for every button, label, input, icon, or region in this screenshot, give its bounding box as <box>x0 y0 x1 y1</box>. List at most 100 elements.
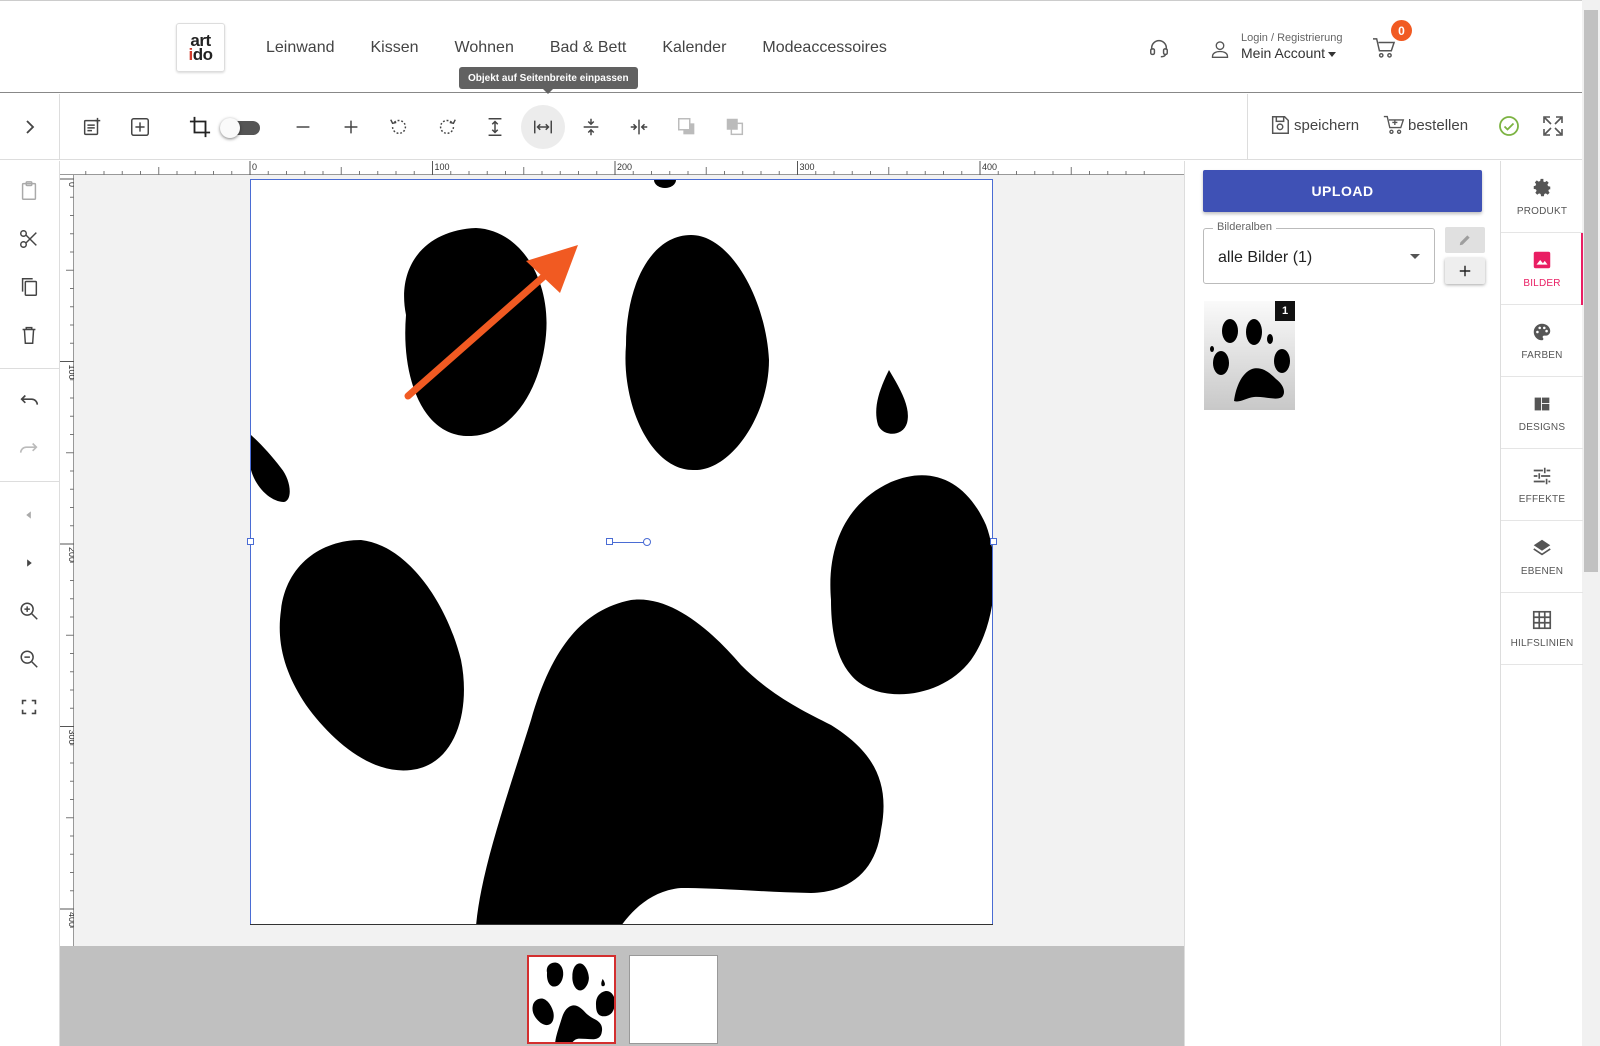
redo-icon <box>19 442 38 453</box>
user-icon[interactable] <box>1210 38 1230 60</box>
paw-thumb-image <box>532 962 614 1042</box>
page-thumbnails <box>60 946 1184 1046</box>
cut-button[interactable] <box>15 225 43 253</box>
nav-kissen[interactable]: Kissen <box>371 39 419 57</box>
gear-icon <box>1533 178 1551 196</box>
annotation-arrow <box>404 245 578 400</box>
save-icon <box>1271 116 1289 134</box>
plus-icon <box>344 120 358 134</box>
fit-height-button[interactable] <box>473 105 517 149</box>
nav-bad-bett[interactable]: Bad & Bett <box>550 39 627 57</box>
tab-designs[interactable]: DESIGNS <box>1501 377 1583 449</box>
artido-logo[interactable]: art ido <box>176 23 225 72</box>
tab-bilder-label: BILDER <box>1523 277 1561 289</box>
rotate-left-icon <box>390 119 407 135</box>
nav-kalender[interactable]: Kalender <box>662 39 726 57</box>
order-button[interactable]: bestellen <box>1383 114 1468 136</box>
edit-album-button[interactable] <box>1445 227 1485 253</box>
zoom-in-object-button[interactable] <box>329 105 373 149</box>
tab-effekte-label: EFFEKTE <box>1518 493 1566 505</box>
check-circle-icon[interactable] <box>1497 114 1521 138</box>
tab-farben[interactable]: FARBEN <box>1501 305 1583 377</box>
caret-down-icon <box>1328 51 1337 57</box>
center-vertical-icon <box>583 118 599 136</box>
tab-produkt[interactable]: PRODUKT <box>1501 161 1583 233</box>
tab-ebenen[interactable]: EBENEN <box>1501 521 1583 593</box>
nav-modeaccessoires[interactable]: Modeaccessoires <box>762 39 887 57</box>
zoom-in-button[interactable] <box>15 597 43 625</box>
page-scrollbar[interactable] <box>1582 0 1600 1046</box>
rotate-left-button[interactable] <box>377 105 421 149</box>
cart-count-badge: 0 <box>1391 20 1412 41</box>
copy-button[interactable] <box>15 273 43 301</box>
fullscreen-icon[interactable] <box>1541 114 1565 138</box>
dropdown-arrow-icon <box>1410 254 1420 259</box>
upload-button[interactable]: UPLOAD <box>1203 170 1482 212</box>
nav-wohnen[interactable]: Wohnen <box>455 39 514 57</box>
fit-screen-button[interactable] <box>15 693 43 721</box>
add-element-button[interactable] <box>118 105 162 149</box>
tab-farben-label: FARBEN <box>1521 349 1563 361</box>
page-thumb-2[interactable] <box>629 955 718 1044</box>
grid-icon <box>1532 610 1552 629</box>
new-text-button[interactable] <box>70 105 114 149</box>
save-button[interactable]: speichern <box>1269 114 1359 136</box>
previous-button[interactable] <box>15 501 43 529</box>
scrollbar-thumb[interactable] <box>1584 10 1598 572</box>
move-handle[interactable] <box>606 538 613 545</box>
add-album-button[interactable] <box>1445 258 1485 284</box>
fit-width-button[interactable] <box>521 105 565 149</box>
trash-icon <box>22 326 36 344</box>
site-header: art ido Leinwand Kissen Wohnen Bad & Bet… <box>0 0 1582 93</box>
ruler-label: 300 <box>800 162 815 172</box>
ruler-vertical: 0 100 200 300 400 <box>60 175 77 946</box>
undo-icon <box>20 394 39 405</box>
zoom-out-icon <box>20 650 38 668</box>
tab-hilfslinien[interactable]: HILFSLINIEN <box>1501 593 1583 665</box>
undo-button[interactable] <box>15 387 43 415</box>
tooltip-fit-width: Objekt auf Seitenbreite einpassen <box>459 67 638 94</box>
ruler-label: 200 <box>617 162 632 172</box>
paw-print-image[interactable] <box>251 180 993 925</box>
resize-handle-left[interactable] <box>247 538 254 545</box>
rotation-handle[interactable] <box>643 538 651 546</box>
page-thumb-1[interactable] <box>527 955 616 1044</box>
crop-button[interactable] <box>178 105 222 149</box>
album-select[interactable]: Bilderalben alle Bilder (1) <box>1203 221 1435 284</box>
account-menu[interactable]: Login / Registrierung Mein Account <box>1241 32 1343 61</box>
send-backward-button[interactable] <box>665 105 709 149</box>
tab-designs-label: DESIGNS <box>1518 421 1566 433</box>
delete-button[interactable] <box>15 321 43 349</box>
paste-button[interactable] <box>15 177 43 205</box>
next-button[interactable] <box>15 549 43 577</box>
image-icon <box>1533 251 1551 268</box>
rotate-right-button[interactable] <box>425 105 469 149</box>
zoom-out-button[interactable] <box>15 645 43 673</box>
save-label: speichern <box>1294 116 1360 134</box>
ruler-label: 0 <box>67 182 74 187</box>
nav-leinwand[interactable]: Leinwand <box>266 39 335 57</box>
design-canvas[interactable]: 0 100 200 300 400 0 100 200 300 400 <box>60 161 1184 946</box>
tab-bilder[interactable]: BILDER <box>1501 233 1583 305</box>
cart-icon[interactable] <box>1372 37 1396 59</box>
crop-toggle[interactable] <box>220 118 260 138</box>
ruler-label: 200 <box>67 547 74 562</box>
rotation-line <box>613 542 645 543</box>
center-vertical-button[interactable] <box>569 105 613 149</box>
tab-effekte[interactable]: EFFEKTE <box>1501 449 1583 521</box>
scissors-icon <box>20 230 37 248</box>
bring-forward-button[interactable] <box>713 105 757 149</box>
toolbar-divider <box>1247 94 1248 160</box>
design-page[interactable] <box>250 179 993 925</box>
toggle-knob <box>220 118 240 138</box>
zoom-out-object-button[interactable] <box>281 105 325 149</box>
triangle-left-icon <box>26 511 31 519</box>
redo-button[interactable] <box>15 435 43 463</box>
expand-panel-button[interactable] <box>0 94 60 160</box>
page-bottom-edge <box>250 924 993 925</box>
headset-icon[interactable] <box>1148 37 1170 59</box>
center-horizontal-button[interactable] <box>617 105 661 149</box>
ruler-label: 100 <box>67 365 74 380</box>
tab-ebenen-label: EBENEN <box>1520 565 1564 577</box>
resize-handle-right[interactable] <box>990 538 997 545</box>
